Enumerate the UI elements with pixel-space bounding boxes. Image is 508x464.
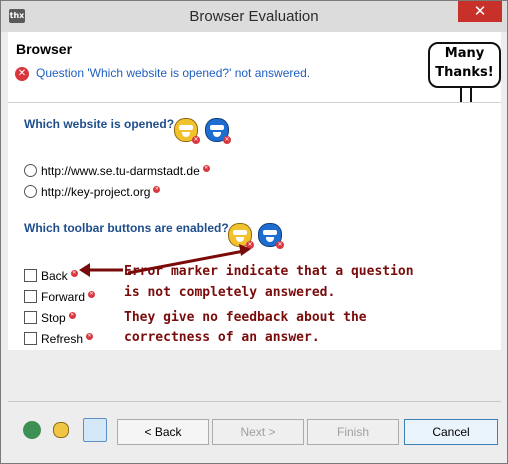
back-button[interactable]: < Back — [117, 419, 209, 445]
wizard-header: Browser ✕ Question 'Which website is ope… — [8, 32, 501, 103]
error-icon: ✕ — [15, 67, 29, 81]
arrow-head-left — [79, 263, 90, 277]
next-button[interactable]: Next > — [212, 419, 304, 445]
window-title: Browser Evaluation — [189, 8, 319, 25]
annotation-line-4: correctness of an answer. — [124, 330, 320, 345]
arrow-head-right — [239, 244, 251, 256]
settings-icon[interactable] — [53, 422, 69, 438]
title-bar: thx Browser Evaluation ✕ — [1, 1, 507, 32]
question-panel: Which website is opened? ✕ ✕ http://www.… — [8, 103, 501, 350]
finish-button[interactable]: Finish — [307, 419, 399, 445]
thanks-sign-line2: Thanks! — [435, 65, 494, 80]
error-message: Question 'Which website is opened?' not … — [36, 66, 311, 80]
page-title: Browser — [16, 41, 73, 57]
annotation-line-2: is not completely answered. — [124, 285, 336, 300]
thanks-sign-line1: Many — [444, 46, 485, 61]
annotation-line-3: They give no feedback about the — [124, 310, 367, 325]
close-button[interactable]: ✕ — [458, 1, 502, 22]
thanks-sign: Many Thanks! — [428, 42, 501, 88]
thanks-sign-post — [460, 86, 472, 102]
annotation-line-1: Error marker indicate that a question — [124, 264, 414, 279]
globe-icon[interactable] — [23, 421, 41, 439]
cancel-button[interactable]: Cancel — [404, 419, 498, 445]
footer-divider — [8, 401, 501, 402]
pin-icon[interactable] — [83, 418, 107, 442]
dialog-window: thx Browser Evaluation ✕ Browser ✕ Quest… — [0, 0, 508, 464]
